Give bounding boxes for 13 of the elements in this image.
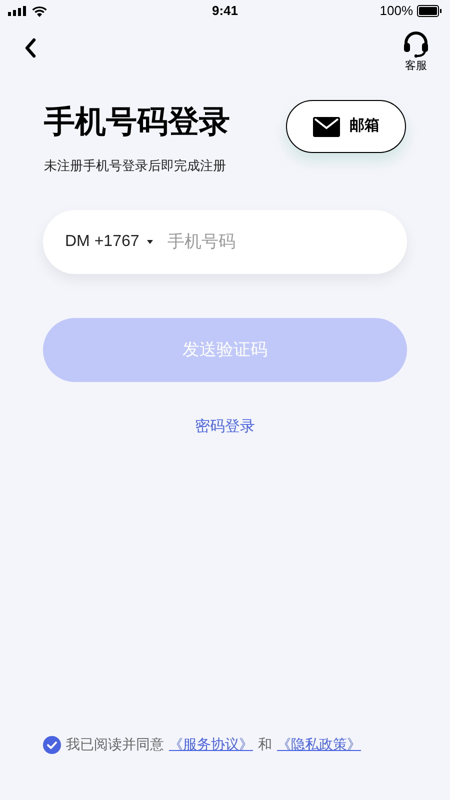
battery-percent: 100% <box>380 2 413 20</box>
agreement-link[interactable]: 《服务协议》 <box>169 734 253 755</box>
agreement-text: 我已阅读并同意 <box>66 735 164 754</box>
password-login-link[interactable]: 密码登录 <box>195 416 255 438</box>
country-code-selector[interactable]: DM +1767 <box>65 230 154 254</box>
customer-service-button[interactable]: 客服 <box>402 30 430 74</box>
phone-field[interactable]: DM +1767 手机号码 <box>43 210 407 274</box>
conjunction-text: 和 <box>258 735 272 754</box>
email-button[interactable]: 邮箱 <box>286 100 406 153</box>
subtitle: 未注册手机号登录后即完成注册 <box>44 157 227 175</box>
agreement-link[interactable]: 《隐私政策》 <box>277 734 361 755</box>
status-time: 9:41 <box>212 2 238 20</box>
page-title: 手机号码登录 <box>44 103 230 141</box>
